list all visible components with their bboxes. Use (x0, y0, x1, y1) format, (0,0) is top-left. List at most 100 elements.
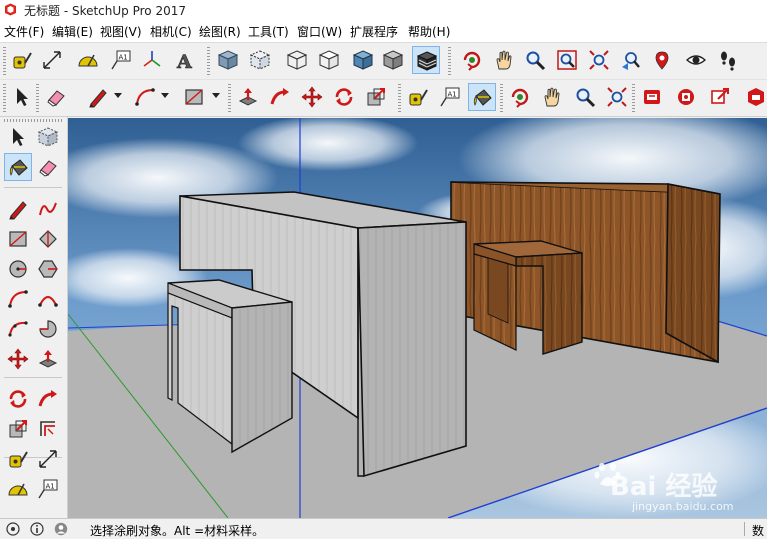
left-pencil-line-button[interactable] (4, 195, 32, 223)
menu-tools[interactable]: 工具(T) (248, 23, 289, 40)
left-paint-bucket-button[interactable] (4, 153, 32, 181)
pan-hand-button[interactable] (490, 46, 518, 74)
user-account-icon[interactable] (54, 522, 68, 536)
tape-measure-button[interactable] (404, 83, 432, 111)
toolbar-grip[interactable] (36, 84, 39, 112)
menu-edit[interactable]: 编辑(E) (52, 23, 93, 40)
zoom-extents-button[interactable] (585, 46, 613, 74)
left-rotated-rectangle-button[interactable] (34, 225, 62, 253)
wireframe-style-button[interactable] (283, 46, 311, 74)
left-push-pull-button[interactable] (34, 345, 62, 373)
text-label-button[interactable]: A1 (107, 46, 135, 74)
status-message: 选择涂刷对象。Alt =材料采样。 (90, 524, 265, 538)
left-rectangle-button[interactable] (4, 225, 32, 253)
chevron-down-icon[interactable] (212, 93, 220, 98)
3d-text-button[interactable]: A (170, 46, 198, 74)
menu-file[interactable]: 文件(F) (4, 23, 44, 40)
toolbar-grip[interactable] (228, 84, 231, 112)
menu-camera[interactable]: 相机(C) (150, 23, 192, 40)
left-freehand-button[interactable] (34, 195, 62, 223)
toolbar-grip[interactable] (500, 84, 503, 112)
left-offset-button[interactable] (34, 415, 62, 443)
left-polygon-button[interactable] (34, 255, 62, 283)
zoom-button[interactable] (571, 83, 599, 111)
rotate-button[interactable] (330, 83, 358, 111)
toolbar-grip[interactable] (448, 47, 451, 75)
watermark-text: Bai 经验 (610, 472, 718, 502)
protractor-icon (78, 54, 98, 67)
orbit-button[interactable] (506, 83, 534, 111)
toolbar-grip[interactable] (398, 84, 401, 112)
left-text-label-button[interactable]: A1 (34, 475, 62, 503)
previous-view-button[interactable] (616, 46, 644, 74)
extension-warehouse-button[interactable] (672, 83, 700, 111)
toolbar-grip[interactable] (3, 84, 6, 112)
chevron-down-icon[interactable] (114, 93, 122, 98)
extension-warehouse-icon (678, 89, 694, 105)
zoom-extents-icon (607, 87, 627, 107)
move-button[interactable] (298, 83, 326, 111)
left-circle-button[interactable] (4, 255, 32, 283)
info-icon[interactable] (30, 522, 44, 536)
push-pull-button[interactable] (234, 83, 262, 111)
warehouse-button[interactable] (638, 83, 666, 111)
look-around-button[interactable] (682, 46, 710, 74)
menu-draw[interactable]: 绘图(R) (199, 23, 241, 40)
left-rotate-button[interactable] (4, 385, 32, 413)
left-arc-button[interactable] (4, 285, 32, 313)
left-follow-me-button[interactable] (34, 385, 62, 413)
paint-bucket-button[interactable] (468, 83, 496, 111)
left-two-point-arc-button[interactable] (34, 285, 62, 313)
orbit-button[interactable] (458, 46, 486, 74)
left-select-arrow-button[interactable] (4, 123, 32, 151)
left-move-button[interactable] (4, 345, 32, 373)
axes-button[interactable] (138, 46, 166, 74)
left-tape-measure-button[interactable] (4, 445, 32, 473)
protractor-button[interactable] (74, 46, 102, 74)
menu-extensions[interactable]: 扩展程序 (350, 23, 398, 40)
left-dimension-button[interactable] (34, 445, 62, 473)
left-protractor-button[interactable] (4, 475, 32, 503)
position-camera-button[interactable] (648, 46, 676, 74)
toolbar-grip[interactable] (3, 47, 6, 75)
left-eraser-button[interactable] (34, 153, 62, 181)
shaded-textures-style-button[interactable] (412, 46, 440, 74)
eraser-button[interactable] (42, 83, 70, 111)
scale-button[interactable] (362, 83, 390, 111)
left-make-component-button[interactable] (34, 123, 62, 151)
tape-measure-button[interactable] (8, 46, 36, 74)
pencil-line-button[interactable] (84, 83, 112, 111)
shaded-style-icon (382, 50, 404, 70)
monochrome-style-button[interactable] (349, 46, 377, 74)
toolbar-grip[interactable] (207, 47, 210, 75)
chevron-down-icon[interactable] (161, 93, 169, 98)
pan-hand-button[interactable] (538, 83, 566, 111)
select-arrow-button[interactable] (8, 83, 36, 111)
toolbar-grip[interactable] (632, 84, 635, 112)
arc-button[interactable] (131, 83, 159, 111)
shaded-style-button[interactable] (379, 46, 407, 74)
menu-view[interactable]: 视图(V) (100, 23, 142, 40)
zoom-window-button[interactable] (553, 46, 581, 74)
zoom-button[interactable] (521, 46, 549, 74)
rectangle-button[interactable] (180, 83, 208, 111)
dimension-button[interactable] (38, 46, 66, 74)
share-model-button[interactable] (706, 83, 734, 111)
toolbar-grip[interactable] (4, 119, 62, 122)
left-three-point-arc-button[interactable] (4, 315, 32, 343)
layout-send-button[interactable] (742, 83, 767, 111)
follow-me-button[interactable] (266, 83, 294, 111)
xray-style-button[interactable] (214, 46, 242, 74)
hidden-line-style-button[interactable] (315, 46, 343, 74)
text-label-button[interactable]: A1 (436, 83, 464, 111)
georeference-icon[interactable] (6, 522, 20, 536)
left-scale-button[interactable] (4, 415, 32, 443)
rotate-icon (335, 88, 353, 106)
menu-window[interactable]: 窗口(W) (297, 23, 342, 40)
menu-help[interactable]: 帮助(H) (408, 23, 450, 40)
zoom-extents-button[interactable] (603, 83, 631, 111)
walk-button[interactable] (714, 46, 742, 74)
make-component-icon (37, 127, 59, 147)
left-pie-button[interactable] (34, 315, 62, 343)
back-edges-style-button[interactable] (246, 46, 274, 74)
